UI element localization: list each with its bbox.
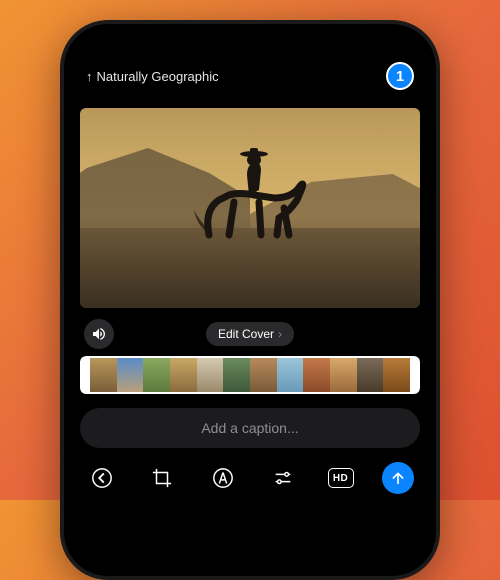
chevron-right-icon: ›	[278, 327, 282, 341]
timeline-thumb[interactable]	[90, 358, 117, 392]
crop-icon	[151, 467, 173, 489]
timeline-thumb[interactable]	[197, 358, 224, 392]
timeline-thumb[interactable]	[357, 358, 384, 392]
timeline-thumb[interactable]	[330, 358, 357, 392]
adjust-button[interactable]	[267, 462, 299, 494]
sound-icon	[91, 326, 107, 342]
share-label: Naturally Geographic	[97, 69, 219, 84]
timeline-thumbnails[interactable]	[90, 356, 410, 394]
trim-handle-left[interactable]	[80, 356, 90, 394]
caption-input[interactable]: Add a caption...	[80, 408, 420, 448]
video-preview[interactable]	[80, 108, 420, 308]
timeline-thumb[interactable]	[303, 358, 330, 392]
timeline-thumb[interactable]	[223, 358, 250, 392]
markup-icon	[212, 467, 234, 489]
notch	[190, 24, 310, 50]
selection-count-badge[interactable]: 1	[386, 62, 414, 90]
phone-frame: ↑ Naturally Geographic 1	[60, 20, 440, 580]
bottom-toolbar: HD	[80, 462, 420, 494]
share-arrow-icon: ↑	[86, 69, 93, 84]
timeline-thumb[interactable]	[277, 358, 304, 392]
timeline-thumb[interactable]	[250, 358, 277, 392]
arrow-up-icon	[390, 470, 406, 486]
back-button[interactable]	[86, 462, 118, 494]
send-button[interactable]	[382, 462, 414, 494]
sound-toggle[interactable]	[84, 319, 114, 349]
preview-subject	[189, 140, 319, 260]
chevron-left-icon	[91, 467, 113, 489]
timeline-thumb[interactable]	[117, 358, 144, 392]
edit-cover-button[interactable]: Edit Cover ›	[206, 322, 294, 346]
markup-button[interactable]	[207, 462, 239, 494]
timeline-thumb[interactable]	[170, 358, 197, 392]
adjust-icon	[272, 467, 294, 489]
share-destination[interactable]: ↑ Naturally Geographic	[86, 69, 219, 84]
badge-count: 1	[396, 68, 404, 85]
mid-controls: Edit Cover ›	[80, 322, 420, 346]
trim-handle-right[interactable]	[410, 356, 420, 394]
hd-label: HD	[333, 473, 348, 484]
hd-button[interactable]: HD	[328, 468, 354, 488]
edit-cover-label: Edit Cover	[218, 327, 274, 341]
crop-button[interactable]	[146, 462, 178, 494]
timeline-thumb[interactable]	[383, 358, 410, 392]
caption-placeholder: Add a caption...	[201, 420, 298, 436]
timeline-thumb[interactable]	[143, 358, 170, 392]
timeline-strip[interactable]	[80, 356, 420, 394]
